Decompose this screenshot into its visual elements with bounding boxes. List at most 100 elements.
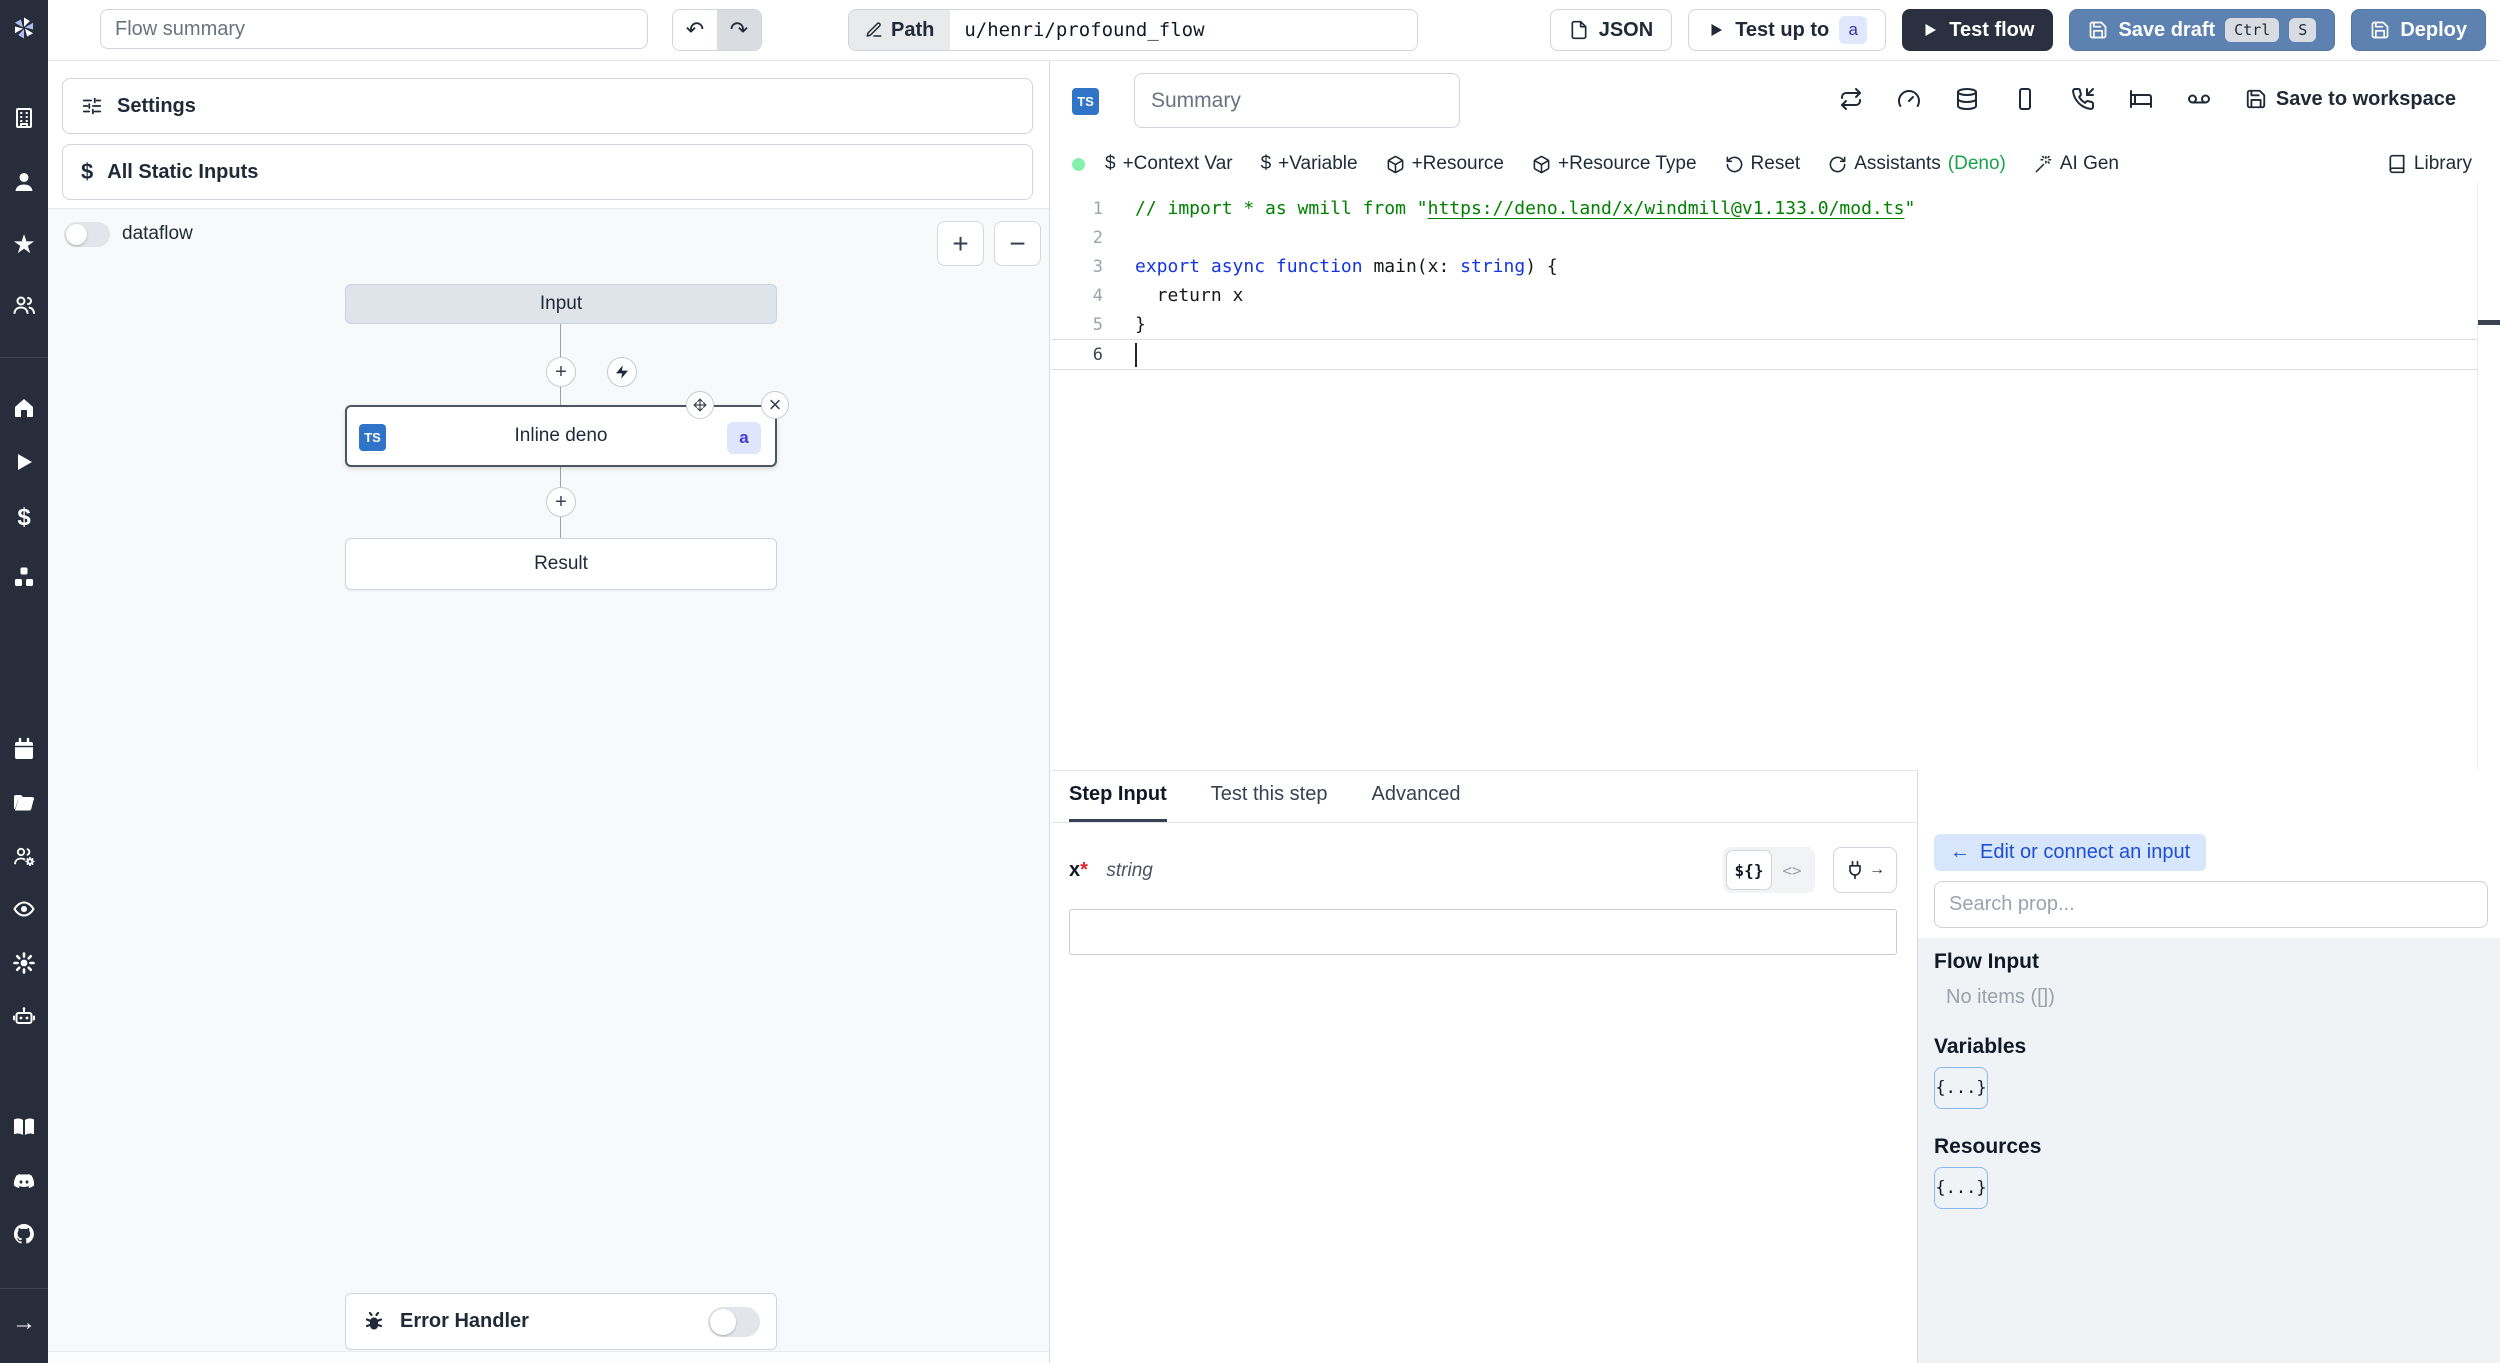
tab-test-this-step[interactable]: Test this step — [1211, 770, 1328, 822]
code-line-1[interactable]: 1 // import * as wmill from " https://deno… — [1051, 194, 2478, 223]
save-draft-button[interactable]: Save draft Ctrl S — [2069, 9, 2336, 51]
code-mode-button[interactable]: <> — [1772, 861, 1812, 880]
field-value-editor[interactable] — [1069, 909, 1897, 955]
step-summary-input[interactable] — [1134, 73, 1460, 128]
windmill-logo-icon[interactable] — [10, 14, 38, 42]
prop-panel: ← Edit or connect an input Flow Input No… — [1917, 770, 2500, 1363]
cube-icon — [1533, 155, 1550, 173]
gauge-icon[interactable] — [1897, 87, 1921, 111]
code-line-5[interactable]: 5} — [1051, 310, 2478, 339]
edit-or-connect-button[interactable]: ← Edit or connect an input — [1934, 834, 2207, 871]
code-line-4[interactable]: 4 return x — [1051, 281, 2478, 310]
phone-incoming-icon[interactable] — [2071, 87, 2095, 111]
github-icon[interactable] — [12, 1222, 36, 1246]
code-line-3[interactable]: 3 export async function main(x: string) { — [1051, 252, 2478, 281]
flow-input-node[interactable]: Input — [345, 284, 777, 324]
plus-icon: + — [555, 490, 567, 513]
dataflow-toggle[interactable] — [64, 222, 110, 247]
topbar: ↶ ↷ Path JSON Test up to a Test flow — [48, 0, 2500, 61]
path-edit-button[interactable]: Path — [849, 10, 951, 50]
repeat-icon[interactable] — [1839, 87, 1863, 111]
line-number: 4 — [1092, 285, 1103, 306]
bug-icon — [365, 1311, 383, 1329]
undo-button[interactable]: ↶ — [673, 10, 717, 50]
audit-eye-icon[interactable] — [12, 897, 36, 921]
field-name: x — [1069, 858, 1081, 881]
settings-gear-icon[interactable] — [12, 951, 36, 975]
favorites-star-icon[interactable]: ★ — [12, 229, 36, 259]
resources-cubes-icon[interactable] — [12, 565, 36, 589]
code-line-2[interactable]: 2 — [1051, 223, 2478, 252]
field-controls: ${} <> → — [1723, 847, 1897, 893]
result-node-label: Result — [534, 553, 588, 574]
expand-sidebar-arrow-icon[interactable]: → — [12, 1309, 36, 1336]
insert-step-button[interactable]: + — [546, 487, 576, 517]
trigger-bolt-button[interactable] — [607, 357, 637, 387]
play-icon — [1711, 24, 1723, 36]
discord-icon[interactable] — [12, 1169, 36, 1193]
database-icon[interactable] — [1955, 87, 1979, 111]
sleep-bed-icon[interactable] — [2129, 87, 2153, 111]
docs-book-icon[interactable] — [12, 1115, 36, 1139]
voicemail-icon[interactable] — [2187, 87, 2211, 111]
json-button[interactable]: JSON — [1549, 9, 1673, 51]
move-step-button[interactable] — [686, 391, 714, 419]
folders-icon[interactable] — [12, 791, 36, 815]
section-variables-title: Variables — [1934, 1035, 2027, 1058]
mobile-icon[interactable] — [2013, 87, 2037, 111]
code-editor[interactable]: 1 // import * as wmill from " https://deno… — [1051, 183, 2500, 771]
delete-step-button[interactable]: × — [761, 391, 789, 419]
ai-gen-button[interactable]: AI Gen — [2034, 153, 2119, 175]
user-icon[interactable] — [12, 170, 36, 194]
variables-dollar-icon[interactable]: $ — [12, 504, 36, 531]
dollar-icon: $ — [1105, 153, 1116, 174]
step-id-badge[interactable]: a — [727, 422, 761, 454]
code-text: export async function main(x: string) { — [1135, 256, 1558, 277]
test-flow-button[interactable]: Test flow — [1902, 9, 2054, 51]
all-static-inputs-button[interactable]: $ All Static Inputs — [62, 144, 1033, 200]
editor-scrollbar[interactable] — [2477, 183, 2500, 770]
flow-result-node[interactable]: Result — [345, 538, 777, 590]
deploy-button[interactable]: Deploy — [2351, 9, 2486, 51]
workers-icon[interactable] — [12, 844, 36, 868]
zoom-in-button[interactable]: + — [937, 221, 984, 266]
code-text: } — [1135, 314, 1146, 335]
tab-step-input[interactable]: Step Input — [1069, 770, 1167, 822]
zoom-out-button[interactable]: − — [994, 221, 1041, 266]
editor-region: TS Save to workspace $ +Context Var $ +Var… — [1051, 60, 2500, 1363]
redo-button[interactable]: ↷ — [717, 10, 761, 50]
input-node-label: Input — [539, 293, 583, 314]
flow-summary-input[interactable] — [100, 9, 648, 49]
resources-object-chip[interactable]: {...} — [1934, 1167, 1988, 1209]
runs-play-icon[interactable] — [12, 450, 36, 474]
code-line-6[interactable]: 6 — [1051, 339, 2478, 370]
add-resource-button[interactable]: +Resource — [1386, 153, 1504, 175]
home-icon[interactable] — [12, 396, 36, 420]
connect-input-button[interactable]: → — [1833, 847, 1897, 893]
error-handler-toggle[interactable] — [708, 1306, 760, 1337]
typescript-badge: TS — [359, 424, 386, 451]
variables-object-chip[interactable]: {...} — [1934, 1067, 1988, 1109]
schedules-calendar-icon[interactable] — [12, 737, 36, 761]
add-resource-type-button[interactable]: +Resource Type — [1532, 153, 1697, 175]
reset-button[interactable]: Reset — [1725, 153, 1800, 175]
save-to-workspace-button[interactable]: Save to workspace — [2245, 88, 2456, 111]
flow-settings-button[interactable]: Settings — [62, 78, 1033, 134]
add-context-var-button[interactable]: $ +Context Var — [1105, 153, 1233, 175]
insert-step-button[interactable]: + — [546, 357, 576, 387]
library-button[interactable]: Library — [2387, 145, 2472, 183]
add-variable-button[interactable]: $ +Variable — [1261, 153, 1358, 175]
groups-icon[interactable] — [12, 293, 36, 317]
assistants-button[interactable]: Assistants (Deno) — [1828, 153, 2006, 175]
code-text: return x — [1135, 285, 1244, 306]
test-up-to-button[interactable]: Test up to a — [1688, 9, 1887, 51]
workspace-icon[interactable] — [12, 106, 36, 130]
inline-deno-node[interactable]: TS Inline deno a — [345, 405, 777, 467]
expr-mode-button[interactable]: ${} — [1726, 850, 1772, 890]
arrow-right-icon: → — [1869, 861, 1885, 878]
search-prop-input[interactable] — [1934, 881, 2488, 928]
assistants-robot-icon[interactable] — [12, 1004, 36, 1028]
path-input[interactable] — [950, 10, 1417, 50]
error-handler-card[interactable]: Error Handler — [345, 1293, 777, 1350]
tab-advanced[interactable]: Advanced — [1371, 770, 1460, 822]
